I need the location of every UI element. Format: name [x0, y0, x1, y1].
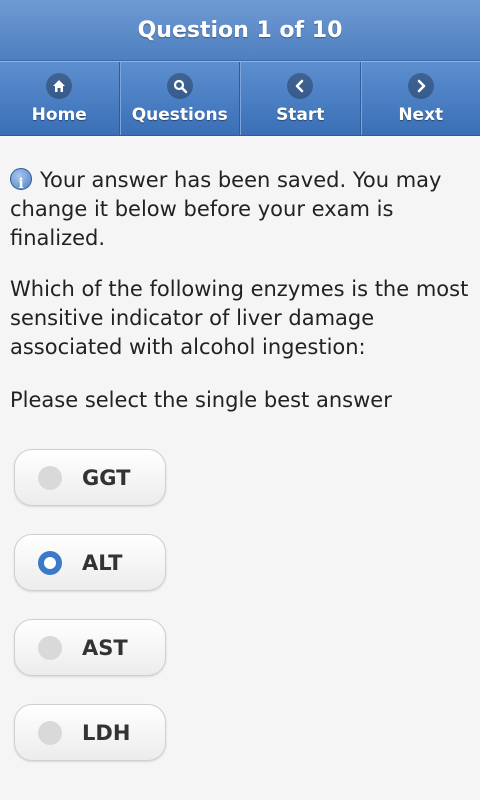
page-title: Question 1 of 10 [137, 17, 343, 43]
question-text: Which of the following enzymes is the mo… [10, 277, 469, 359]
home-button[interactable]: Home [0, 62, 120, 135]
answer-option-ggt[interactable]: GGT [14, 449, 166, 506]
questions-button-label: Questions [131, 104, 228, 125]
answer-option-label: AST [82, 635, 128, 660]
answer-instruction: Please select the single best answer [10, 388, 392, 412]
chevron-right-icon [407, 72, 434, 99]
chevron-left-icon [287, 72, 314, 99]
next-button[interactable]: Next [360, 62, 480, 135]
answer-option-alt[interactable]: ALT [14, 534, 166, 591]
next-button-label: Next [398, 104, 444, 125]
questions-button[interactable]: Questions [119, 62, 240, 135]
radio-button[interactable] [38, 720, 62, 745]
info-icon [10, 168, 32, 199]
home-button-label: Home [31, 104, 87, 125]
home-icon [46, 72, 73, 99]
answer-option-ldh[interactable]: LDH [14, 704, 166, 761]
answer-option-label: GGT [82, 465, 131, 490]
title-bar: Question 1 of 10 [0, 0, 480, 61]
search-icon [166, 72, 193, 99]
saved-message: Your answer has been saved. You may chan… [10, 166, 470, 253]
start-button-label: Start [276, 104, 325, 125]
start-button[interactable]: Start [240, 62, 361, 135]
answer-option-ast[interactable]: AST [14, 619, 166, 676]
radio-button[interactable] [38, 635, 62, 660]
answer-options: GGT ALT AST LDH [10, 449, 470, 761]
question-content: Your answer has been saved. You may chan… [0, 136, 480, 761]
answer-option-label: LDH [82, 720, 131, 745]
nav-bar: Home Questions Start Next [0, 61, 480, 136]
answer-option-label: ALT [82, 550, 123, 575]
radio-button-checked[interactable] [38, 550, 62, 575]
radio-button[interactable] [38, 465, 62, 490]
saved-message-text: Your answer has been saved. You may chan… [10, 168, 442, 250]
